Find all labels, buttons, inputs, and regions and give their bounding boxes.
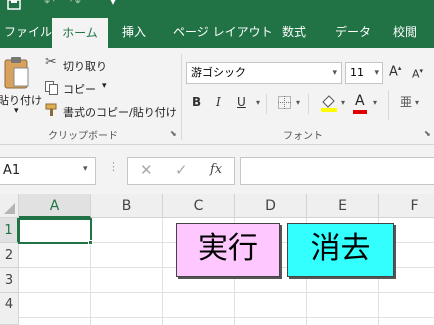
paste-button[interactable]: 貼り付け: [0, 92, 42, 108]
font-size-combo[interactable]: 11 ▾: [345, 62, 383, 84]
name-box[interactable]: A1 ▾: [0, 157, 96, 185]
paste-dropdown-icon[interactable]: ▾: [14, 106, 19, 116]
tab-home[interactable]: ホーム: [52, 18, 108, 48]
qat-customize-icon[interactable]: ▾: [110, 0, 116, 8]
underline-dropdown-icon[interactable]: ▾: [256, 98, 260, 107]
formula-input[interactable]: [240, 157, 434, 185]
increase-font-button[interactable]: A▴: [389, 64, 401, 79]
group-separator: [181, 54, 182, 140]
column-header-c[interactable]: C: [163, 194, 235, 218]
format-painter-button[interactable]: 書式のコピー/貼り付け: [63, 104, 177, 120]
save-icon[interactable]: [7, 0, 21, 10]
font-color-dropdown-icon[interactable]: ▾: [373, 98, 377, 107]
bold-button[interactable]: B: [192, 95, 201, 109]
font-group-label: フォント: [283, 131, 323, 142]
undo-icon[interactable]: ↶: [44, 0, 55, 10]
scissors-icon: ✂: [45, 54, 57, 70]
tab-file[interactable]: ファイル: [4, 16, 52, 48]
group-separator: [388, 90, 389, 120]
worksheet-grid[interactable]: A B C D E F 1 2 3 4 実行 消去: [0, 194, 434, 325]
copy-dropdown-icon[interactable]: ▾: [102, 81, 107, 91]
tab-review[interactable]: 校閲: [393, 16, 417, 48]
decrease-font-button[interactable]: A▾: [412, 67, 423, 81]
tab-insert[interactable]: 挿入: [122, 16, 146, 48]
ribbon-home: 貼り付け ▾ ✂ 切り取り コピー ▾ 書式のコピー/貼り付け クリップボード …: [0, 48, 434, 145]
enter-icon[interactable]: ✓: [175, 161, 188, 179]
copy-icon: [45, 81, 58, 95]
formula-buttons: ✕ ✓ fx: [127, 157, 235, 185]
grow-font-icon: A: [389, 64, 398, 80]
font-size-value: 11: [350, 66, 364, 79]
chevron-down-icon: ▾: [83, 164, 88, 174]
redo-icon[interactable]: ↷: [70, 0, 81, 10]
select-all-icon: [4, 203, 15, 214]
divider: [308, 94, 309, 114]
title-bar: ↶ ↷ ▾: [0, 0, 434, 16]
clipboard-group-label: クリップボード: [48, 131, 118, 142]
row-header-4[interactable]: 4: [0, 293, 19, 325]
clear-button[interactable]: 消去: [287, 223, 394, 277]
gridline: [19, 292, 434, 293]
row-header-2[interactable]: 2: [0, 243, 19, 268]
row-header-3[interactable]: 3: [0, 268, 19, 293]
column-header-f[interactable]: F: [379, 194, 434, 218]
fill-handle[interactable]: [88, 240, 93, 245]
font-color-button[interactable]: A: [355, 93, 365, 109]
paste-icon[interactable]: [2, 56, 32, 90]
ribbon-tab-bar: ファイル ホーム 挿入 ページ レイアウト 数式 データ 校閲: [0, 16, 434, 48]
font-launcher-icon[interactable]: ⬊: [424, 129, 431, 138]
font-name-combo[interactable]: 游ゴシック ▾: [186, 62, 342, 84]
column-header-e[interactable]: E: [307, 194, 379, 218]
insert-function-icon[interactable]: fx: [210, 162, 222, 177]
column-header-b[interactable]: B: [91, 194, 163, 218]
chevron-down-icon: ▾: [332, 68, 337, 78]
run-button[interactable]: 実行: [176, 223, 280, 277]
fill-color-dropdown-icon[interactable]: ▾: [341, 98, 345, 107]
phonetic-guide-icon[interactable]: 亜: [400, 93, 412, 110]
format-painter-icon: [45, 103, 57, 116]
tab-formulas[interactable]: 数式: [282, 16, 306, 48]
phonetic-dropdown-icon[interactable]: ▾: [415, 98, 419, 107]
clipboard-launcher-icon[interactable]: ⬊: [170, 129, 177, 138]
divider: [266, 94, 267, 114]
row-header-1[interactable]: 1: [0, 218, 19, 243]
gridline: [19, 317, 434, 318]
gridline: [162, 218, 163, 325]
column-header-d[interactable]: D: [235, 194, 307, 218]
underline-button[interactable]: U: [237, 95, 246, 109]
chevron-down-icon: ▾: [374, 68, 379, 78]
italic-button[interactable]: I: [216, 95, 221, 109]
font-name-value: 游ゴシック: [191, 66, 246, 79]
formula-bar-grip-icon: ⋮: [108, 160, 119, 173]
column-header-a[interactable]: A: [19, 194, 91, 218]
cancel-icon[interactable]: ✕: [140, 161, 153, 179]
name-box-value: A1: [3, 163, 21, 178]
cut-button[interactable]: 切り取り: [63, 58, 107, 74]
fill-color-icon[interactable]: [320, 93, 338, 113]
shrink-font-icon: A: [412, 67, 420, 81]
active-cell-a1[interactable]: [18, 218, 92, 244]
font-color-bar: [353, 110, 367, 114]
tab-data[interactable]: データ: [335, 16, 371, 48]
borders-icon[interactable]: [278, 96, 292, 110]
tab-page-layout[interactable]: ページ レイアウト: [173, 16, 273, 48]
select-all-corner[interactable]: [0, 194, 19, 218]
borders-dropdown-icon[interactable]: ▾: [296, 98, 300, 107]
copy-button[interactable]: コピー: [63, 81, 96, 97]
